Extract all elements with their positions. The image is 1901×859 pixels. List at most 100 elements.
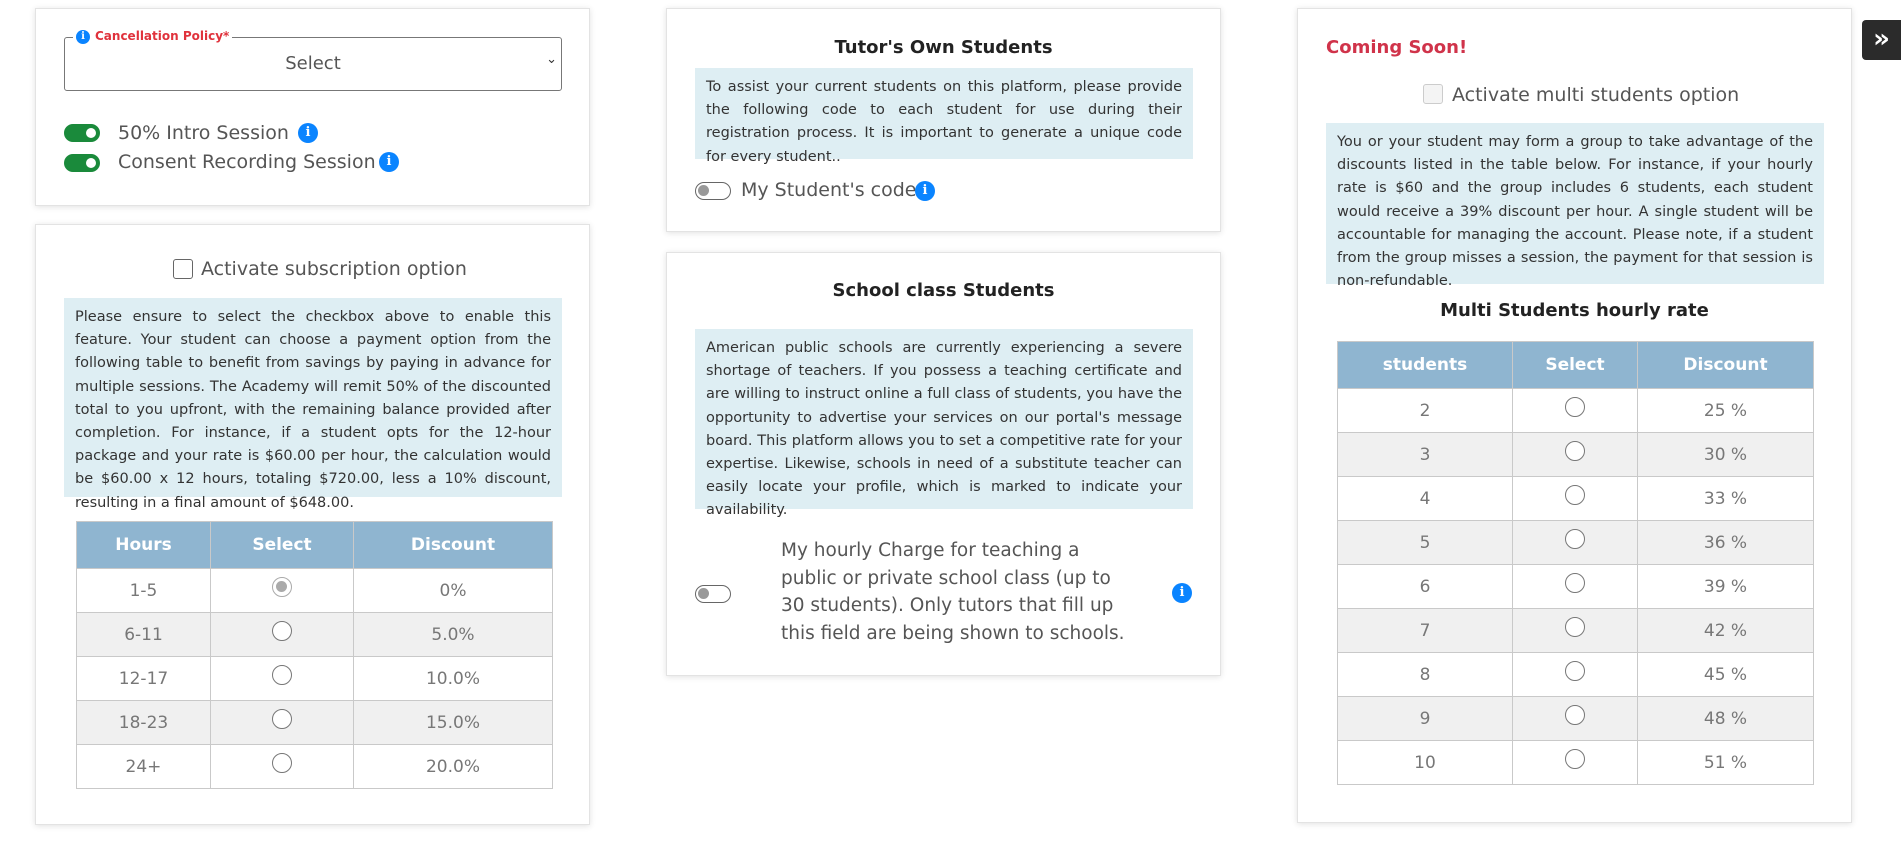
group-radio[interactable]: [1565, 704, 1585, 725]
group-radio[interactable]: [1565, 528, 1585, 549]
chevron-down-icon: ⌄: [546, 52, 557, 67]
intro-session-toggle[interactable]: [64, 124, 100, 142]
group-radio[interactable]: [1565, 660, 1585, 681]
students-cell: 6: [1337, 564, 1513, 609]
students-cell: 9: [1337, 696, 1513, 741]
select-cell: [1512, 564, 1638, 609]
table-row: 10 51 %: [1337, 740, 1814, 785]
group-radio[interactable]: [1565, 572, 1585, 593]
own-students-note: To assist your current students on this …: [695, 68, 1193, 165]
package-radio[interactable]: [272, 708, 292, 729]
info-icon[interactable]: i: [1172, 583, 1192, 603]
discount-cell: 42 %: [1637, 608, 1814, 653]
table-row: 8 45 %: [1337, 652, 1814, 697]
table-row: 18-23 15.0%: [76, 700, 553, 745]
subscription-card: Activate subscription option Please ensu…: [35, 224, 590, 825]
column-header: Discount: [353, 521, 553, 569]
package-radio[interactable]: [272, 752, 292, 773]
column-header: students: [1337, 341, 1513, 389]
discount-cell: 36 %: [1637, 520, 1814, 565]
hours-cell: 18-23: [76, 700, 211, 745]
group-radio[interactable]: [1565, 748, 1585, 769]
multi-students-table: students Select Discount 2 25 % 3 30 % 4…: [1337, 341, 1814, 785]
school-class-toggle-label: My hourly Charge for teaching a public o…: [781, 540, 1125, 644]
students-cell: 2: [1337, 388, 1513, 433]
discount-cell: 51 %: [1637, 740, 1814, 785]
discount-cell: 0%: [353, 568, 553, 613]
expand-sidebar-button[interactable]: »: [1862, 20, 1901, 60]
hours-cell: 6-11: [76, 612, 211, 657]
school-class-title: School class Students: [832, 280, 1055, 301]
select-cell: [1512, 388, 1638, 433]
package-radio[interactable]: [272, 620, 292, 641]
select-cell: [1512, 608, 1638, 653]
students-cell: 10: [1337, 740, 1513, 785]
multi-students-checkbox-label: Activate multi students option: [1452, 84, 1740, 106]
double-chevron-right-icon: »: [1873, 24, 1890, 54]
select-cell: [210, 700, 354, 745]
multi-students-table-title: Multi Students hourly rate: [1440, 300, 1709, 321]
multi-students-note: You or your student may form a group to …: [1326, 123, 1824, 289]
select-cell: [210, 568, 354, 613]
table-row: 6-11 5.0%: [76, 612, 553, 657]
students-cell: 8: [1337, 652, 1513, 697]
subscription-note: Please ensure to select the checkbox abo…: [64, 298, 562, 511]
cancellation-policy-select[interactable]: Select: [65, 53, 561, 74]
hours-cell: 24+: [76, 744, 211, 789]
discount-cell: 20.0%: [353, 744, 553, 789]
info-icon[interactable]: i: [379, 152, 399, 172]
school-class-toggle[interactable]: [695, 585, 731, 603]
cancellation-policy-label: Cancellation Policy*: [95, 29, 230, 43]
student-code-toggle[interactable]: [695, 182, 731, 200]
school-class-card: School class Students American public sc…: [666, 252, 1221, 676]
discount-cell: 5.0%: [353, 612, 553, 657]
discount-cell: 25 %: [1637, 388, 1814, 433]
discount-cell: 10.0%: [353, 656, 553, 701]
multi-students-card: Coming Soon! Activate multi students opt…: [1297, 8, 1852, 823]
table-row: 24+ 20.0%: [76, 744, 553, 789]
group-radio[interactable]: [1565, 440, 1585, 461]
discount-cell: 45 %: [1637, 652, 1814, 697]
table-row: 7 42 %: [1337, 608, 1814, 653]
table-row: 4 33 %: [1337, 476, 1814, 521]
subscription-checkbox-label: Activate subscription option: [201, 258, 467, 280]
discount-cell: 15.0%: [353, 700, 553, 745]
select-cell: [1512, 476, 1638, 521]
group-radio[interactable]: [1565, 484, 1585, 505]
school-class-note: American public schools are currently ex…: [695, 329, 1193, 518]
select-cell: [1512, 652, 1638, 697]
table-row: 3 30 %: [1337, 432, 1814, 477]
consent-recording-toggle[interactable]: [64, 154, 100, 172]
subscription-checkbox[interactable]: [173, 259, 193, 279]
column-header: Select: [1512, 341, 1638, 389]
own-students-title: Tutor's Own Students: [834, 37, 1053, 58]
settings-card: i Cancellation Policy* Select ⌄ 50% Intro…: [35, 8, 590, 206]
intro-session-label: 50% Intro Session: [118, 122, 289, 144]
select-cell: [210, 744, 354, 789]
discount-cell: 30 %: [1637, 432, 1814, 477]
package-radio[interactable]: [272, 576, 292, 597]
info-icon[interactable]: i: [298, 123, 318, 143]
select-cell: [210, 656, 354, 701]
package-radio[interactable]: [272, 664, 292, 685]
select-cell: [210, 612, 354, 657]
hours-cell: 1-5: [76, 568, 211, 613]
table-row: 6 39 %: [1337, 564, 1814, 609]
info-icon[interactable]: i: [915, 181, 935, 201]
group-radio[interactable]: [1565, 396, 1585, 417]
select-cell: [1512, 696, 1638, 741]
cancellation-policy-field[interactable]: i Cancellation Policy* Select ⌄: [64, 29, 562, 91]
own-students-card: Tutor's Own Students To assist your curr…: [666, 8, 1221, 232]
cancellation-policy-legend: i Cancellation Policy*: [73, 29, 233, 44]
info-icon[interactable]: i: [76, 29, 90, 44]
table-row: 12-17 10.0%: [76, 656, 553, 701]
consent-recording-label: Consent Recording Session: [118, 151, 376, 173]
select-cell: [1512, 520, 1638, 565]
table-row: 1-5 0%: [76, 568, 553, 613]
select-cell: [1512, 432, 1638, 477]
column-header: Discount: [1637, 341, 1814, 389]
group-radio[interactable]: [1565, 616, 1585, 637]
students-cell: 3: [1337, 432, 1513, 477]
multi-students-checkbox[interactable]: [1423, 84, 1443, 104]
students-cell: 4: [1337, 476, 1513, 521]
